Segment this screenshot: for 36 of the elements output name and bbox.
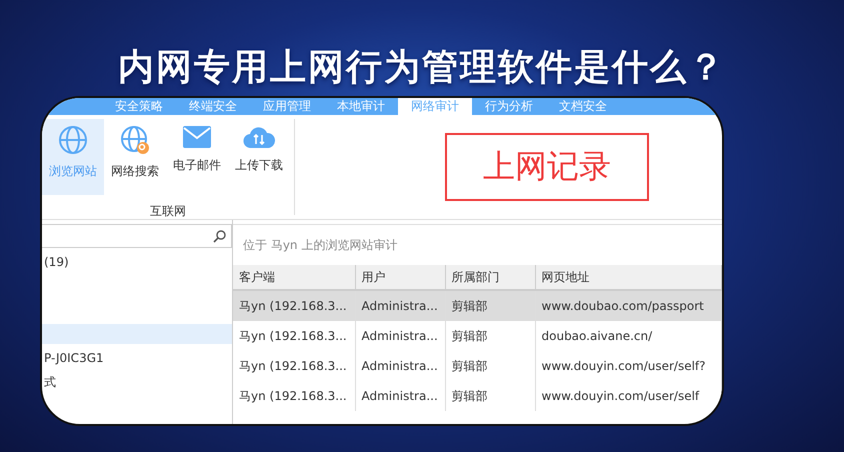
mail-icon [182,125,212,149]
tree-item[interactable]: P-J0IC3G1 [42,348,232,368]
table-cell: 剪辑部 [445,321,535,351]
table-cell: Administra... [355,321,445,351]
tree-item[interactable]: (19) [42,252,232,272]
table-cell: Administra... [355,381,445,411]
tree-item[interactable]: 式 [42,372,232,392]
annotation-box: 上网记录 [445,133,649,201]
search-icon [213,229,227,243]
column-header[interactable]: 所属部门 [445,265,535,290]
table-cell: 马yn (192.168.3... [233,321,355,351]
toolbar-button[interactable]: 上传下载 [228,119,290,195]
table-cell: 马yn (192.168.3... [233,351,355,381]
globe-icon [58,125,88,155]
table-cell: Administra... [355,290,445,321]
cloud-transfer-icon [243,125,275,149]
column-header[interactable]: 客户端 [233,265,355,290]
headline: 内网专用上网行为管理软件是什么？ [118,46,726,90]
toolbar-button[interactable]: 电子邮件 [166,119,228,195]
table-cell: 剪辑部 [445,351,535,381]
column-header[interactable]: 网页地址 [535,265,722,290]
table-cell: 马yn (192.168.3... [233,290,355,321]
tree-item[interactable] [42,324,232,344]
table-cell: Administra... [355,351,445,381]
column-header[interactable]: 用户 [355,265,445,290]
table-cell: www.doubao.com/passport [535,290,722,321]
search-field[interactable] [42,224,232,248]
globe-search-icon [120,125,150,155]
toolbar-button[interactable]: 网络搜索 [104,119,166,195]
table-cell: doubao.aivane.cn/ [535,321,722,351]
table-cell: www.douyin.com/user/self? [535,351,722,381]
table-cell: www.douyin.com/user/self [535,381,722,411]
group-label: 互联网 [149,203,187,220]
table-cell: 马yn (192.168.3... [233,381,355,411]
table-cell: 剪辑部 [445,381,535,411]
table-cell: 剪辑部 [445,290,535,321]
